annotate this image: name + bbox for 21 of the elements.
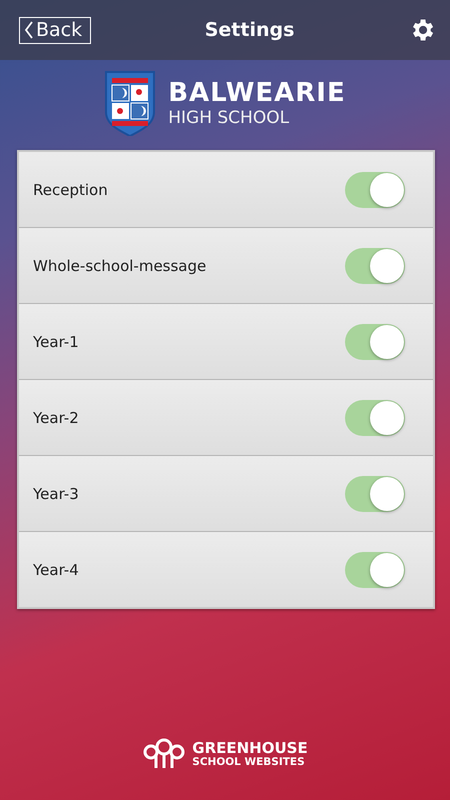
toggle-switch[interactable] xyxy=(345,476,405,512)
page-title: Settings xyxy=(204,19,294,41)
toggle-switch[interactable] xyxy=(345,248,405,284)
footer-brand: GREENHOUSE xyxy=(192,740,308,756)
setting-label: Reception xyxy=(33,180,108,198)
chevron-left-icon xyxy=(24,21,34,39)
setting-label: Year-1 xyxy=(33,332,79,350)
school-subtitle: HIGH SCHOOL xyxy=(168,108,290,128)
toggle-switch[interactable] xyxy=(345,324,405,360)
school-crest-drawing xyxy=(104,70,156,136)
school-name: BALWEARIE xyxy=(168,78,346,108)
toggle-switch[interactable] xyxy=(345,400,405,436)
toggle-switch[interactable] xyxy=(345,552,405,588)
footer-tagline: SCHOOL WEBSITES xyxy=(192,756,306,768)
setting-label: Year-4 xyxy=(33,560,79,578)
setting-label: Year-3 xyxy=(33,484,79,502)
trees-logo-icon xyxy=(142,738,186,770)
setting-label: Year-2 xyxy=(33,408,79,426)
setting-label: Whole-school-message xyxy=(33,256,206,274)
toggle-switch[interactable] xyxy=(345,172,405,208)
back-button[interactable]: Back xyxy=(19,16,92,44)
